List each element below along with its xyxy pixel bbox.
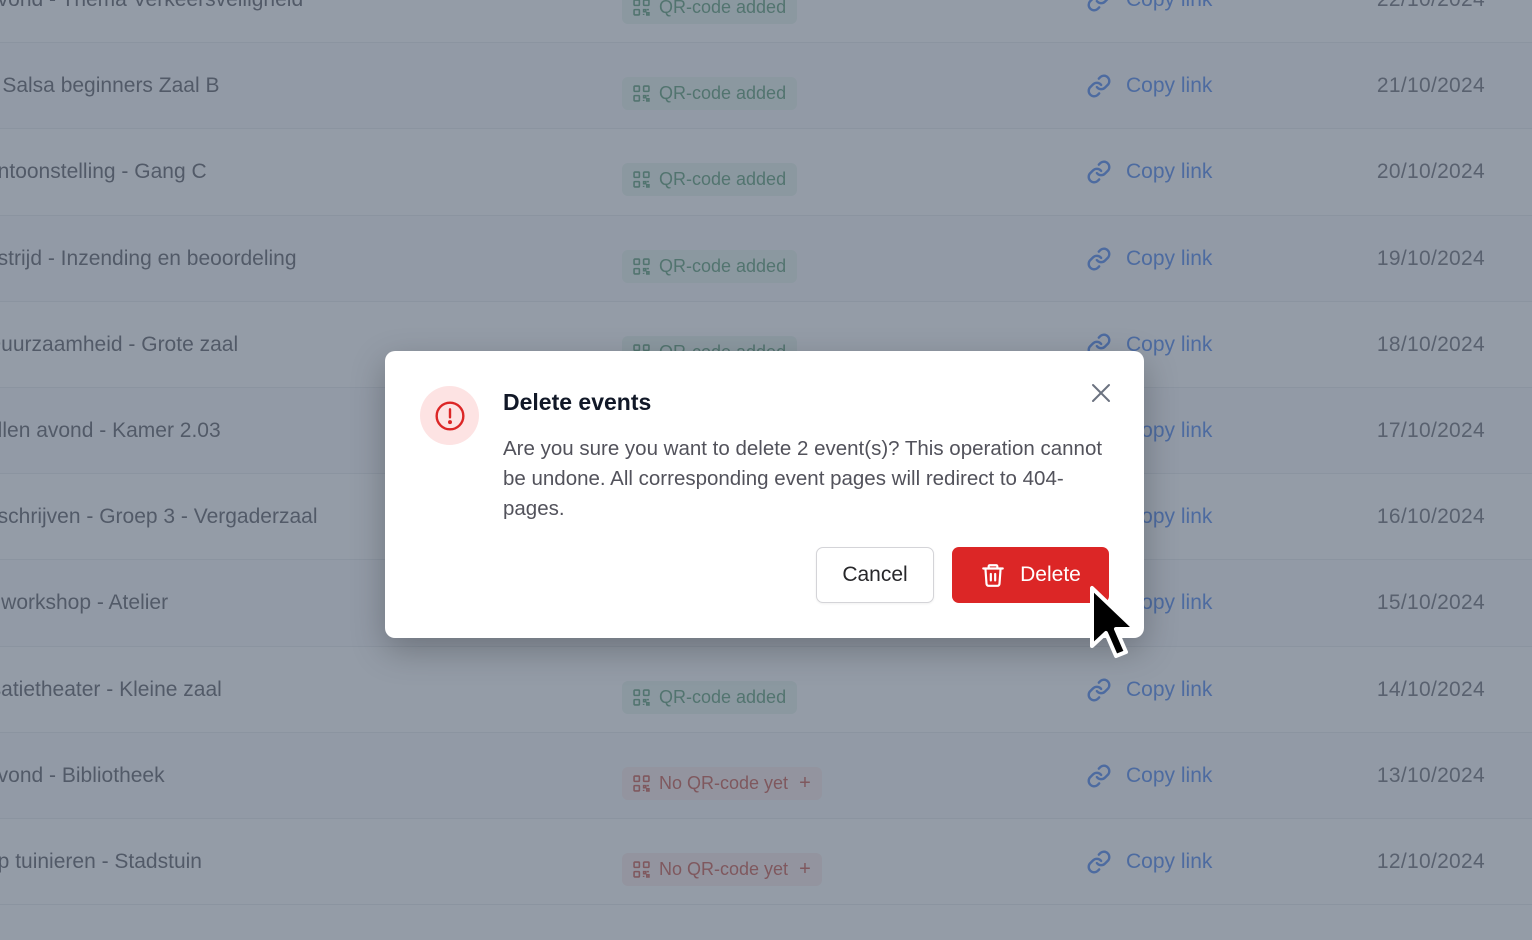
- dialog-message: Are you sure you want to delete 2 event(…: [503, 437, 1103, 520]
- trash-icon: [982, 564, 1004, 587]
- delete-events-dialog: Delete events Are you sure you want to d…: [385, 351, 1144, 638]
- dialog-title: Delete events: [503, 389, 652, 415]
- close-icon[interactable]: [1088, 380, 1114, 406]
- delete-button-label: Delete: [1020, 563, 1081, 586]
- page: avond - Thema Verkeersveiligheid QR-code…: [0, 0, 1532, 940]
- alert-circle-icon: [420, 386, 479, 445]
- mouse-pointer-icon: [1090, 586, 1137, 658]
- cancel-button[interactable]: Cancel: [816, 547, 934, 603]
- delete-button[interactable]: Delete: [952, 547, 1109, 603]
